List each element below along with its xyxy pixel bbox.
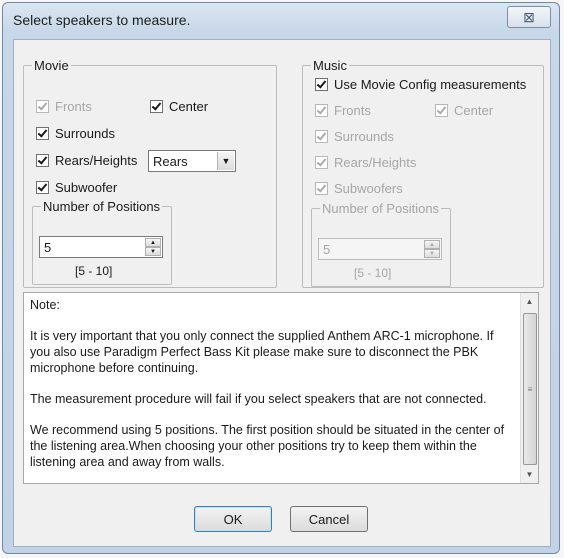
close-button[interactable]: ⊠ xyxy=(507,6,551,28)
checkbox-box xyxy=(36,181,49,194)
scroll-down-icon[interactable]: ▼ xyxy=(521,466,538,483)
movie-positions-spinner[interactable]: 5 ▲ ▼ xyxy=(39,236,163,258)
title-bar: Select speakers to measure. ⊠ xyxy=(3,3,559,39)
movie-rears-heights-label: Rears/Heights xyxy=(55,153,138,168)
music-group: Music Use Movie Config measurements Fron… xyxy=(302,58,544,288)
movie-rears-heights-checkbox[interactable]: Rears/Heights xyxy=(36,153,137,168)
notes-text: Note: It is very important that you only… xyxy=(30,297,510,485)
dialog-client-area: Movie Fronts Center Surrounds Rears/Heig… xyxy=(13,39,551,547)
spin-up-icon[interactable]: ▲ xyxy=(145,238,161,247)
checkbox-box xyxy=(315,78,328,91)
music-center-checkbox[interactable]: Center xyxy=(435,103,493,118)
music-fronts-checkbox[interactable]: Fronts xyxy=(315,103,371,118)
rears-heights-select[interactable]: Rears ▼ xyxy=(148,150,236,172)
notes-heading: Note: xyxy=(30,298,60,312)
music-positions-spinner[interactable]: 5 ▲ ▼ xyxy=(318,238,442,260)
rears-heights-select-value: Rears xyxy=(153,154,188,169)
spinner-buttons: ▲ ▼ xyxy=(145,238,161,256)
checkbox-box xyxy=(315,182,328,195)
music-surrounds-label: Surrounds xyxy=(334,129,394,144)
movie-fronts-label: Fronts xyxy=(55,99,92,114)
cancel-button[interactable]: Cancel xyxy=(290,506,368,532)
movie-positions-group: Number of Positions 5 ▲ ▼ [5 - 10] xyxy=(32,199,172,285)
spin-down-icon[interactable]: ▼ xyxy=(424,249,440,258)
music-positions-range: [5 - 10] xyxy=(354,266,392,280)
chevron-down-icon: ▼ xyxy=(217,152,234,170)
note-paragraph: We recommend using 5 positions. The firs… xyxy=(30,423,505,469)
checkbox-box xyxy=(150,100,163,113)
movie-subwoofer-checkbox[interactable]: Subwoofer xyxy=(36,180,117,195)
movie-positions-range: [5 - 10] xyxy=(75,264,113,278)
music-center-label: Center xyxy=(454,103,494,118)
movie-group: Movie Fronts Center Surrounds Rears/Heig… xyxy=(23,58,277,288)
music-surrounds-checkbox[interactable]: Surrounds xyxy=(315,129,394,144)
checkbox-box xyxy=(36,127,49,140)
music-legend: Music xyxy=(313,58,347,73)
music-subwoofers-checkbox[interactable]: Subwoofers xyxy=(315,181,403,196)
music-positions-value: 5 xyxy=(323,242,331,257)
music-fronts-label: Fronts xyxy=(334,103,371,118)
scroll-thumb[interactable]: ≡ xyxy=(523,313,537,465)
close-icon: ⊠ xyxy=(523,8,535,25)
scroll-up-icon[interactable]: ▲ xyxy=(521,293,538,310)
music-positions-legend: Number of Positions xyxy=(322,201,440,216)
checkbox-box xyxy=(315,130,328,143)
checkbox-box xyxy=(315,104,328,117)
window-title: Select speakers to measure. xyxy=(13,12,191,28)
movie-subwoofer-label: Subwoofer xyxy=(55,180,118,195)
checkbox-box xyxy=(36,100,49,113)
checkbox-box xyxy=(36,154,49,167)
music-positions-group: Number of Positions 5 ▲ ▼ [5 - 10] xyxy=(311,201,451,287)
ok-button[interactable]: OK xyxy=(194,506,272,532)
spinner-buttons: ▲ ▼ xyxy=(424,240,440,258)
checkbox-box xyxy=(315,156,328,169)
movie-center-label: Center xyxy=(169,99,209,114)
note-paragraph: The measurement procedure will fail if y… xyxy=(30,392,487,406)
notes-scrollbar[interactable]: ▲ ≡ ▼ xyxy=(520,293,538,483)
notes-panel[interactable]: Note: It is very important that you only… xyxy=(23,292,539,484)
use-movie-config-checkbox[interactable]: Use Movie Config measurements xyxy=(315,77,526,92)
movie-legend: Movie xyxy=(34,58,69,73)
movie-surrounds-label: Surrounds xyxy=(55,126,115,141)
movie-surrounds-checkbox[interactable]: Surrounds xyxy=(36,126,115,141)
music-rears-heights-label: Rears/Heights xyxy=(334,155,417,170)
movie-positions-value: 5 xyxy=(44,240,52,255)
use-movie-config-label: Use Movie Config measurements xyxy=(334,77,527,92)
movie-center-checkbox[interactable]: Center xyxy=(150,99,208,114)
note-paragraph: It is very important that you only conne… xyxy=(30,329,494,375)
movie-fronts-checkbox[interactable]: Fronts xyxy=(36,99,92,114)
music-subwoofers-label: Subwoofers xyxy=(334,181,403,196)
movie-positions-legend: Number of Positions xyxy=(43,199,161,214)
dialog-window: Select speakers to measure. ⊠ Movie Fron… xyxy=(2,2,560,554)
checkbox-box xyxy=(435,104,448,117)
spin-down-icon[interactable]: ▼ xyxy=(145,247,161,256)
music-rears-heights-checkbox[interactable]: Rears/Heights xyxy=(315,155,416,170)
spin-up-icon[interactable]: ▲ xyxy=(424,240,440,249)
